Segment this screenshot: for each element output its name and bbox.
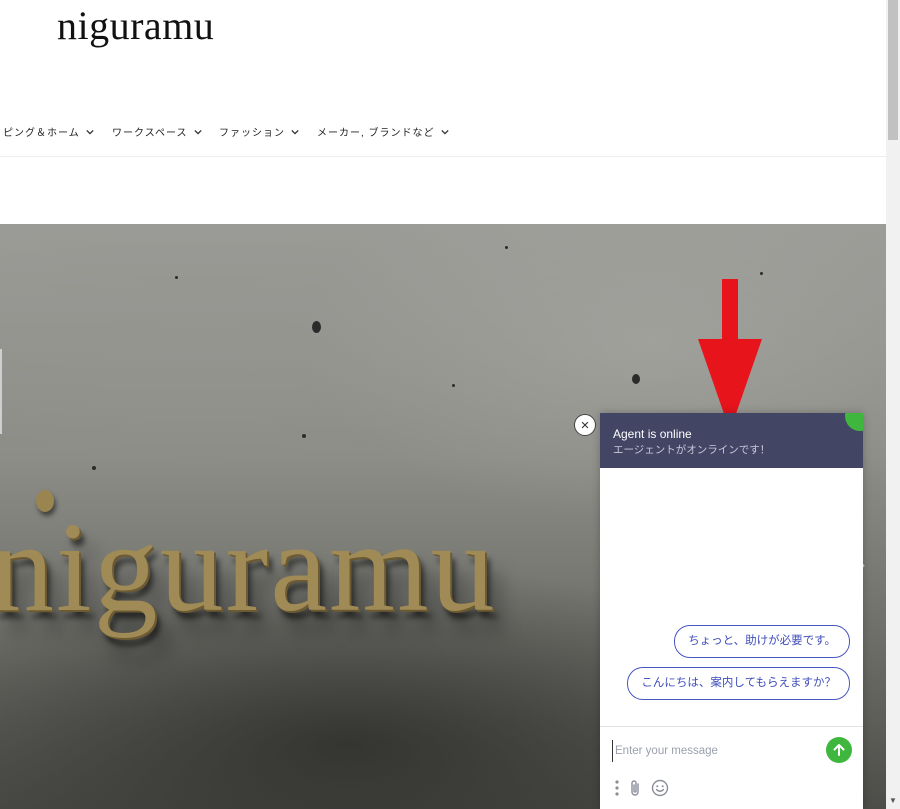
nav-item-label: ファッション: [219, 128, 285, 139]
chat-footer: [600, 726, 863, 809]
online-status-indicator: [845, 413, 863, 431]
nav-item-label: ピング＆ホーム: [3, 128, 80, 139]
concrete-speck: [312, 321, 321, 333]
chat-close-button[interactable]: ×: [574, 414, 596, 436]
chevron-down-icon: [291, 129, 299, 135]
side-tab[interactable]: [0, 349, 2, 434]
arrow-up-icon: [833, 744, 845, 756]
main-nav: ピング＆ホーム ワークスペース ファッション メーカー, ブランドなど: [0, 118, 886, 157]
send-button[interactable]: [826, 737, 852, 763]
chevron-down-icon: [440, 129, 449, 135]
nav-item-shopping-home[interactable]: ピング＆ホーム: [3, 124, 94, 139]
concrete-speck: [632, 374, 640, 384]
nav-item-label: ワークスペース: [112, 128, 188, 139]
site-title[interactable]: niguramu: [57, 2, 214, 49]
chevron-down-icon: [193, 129, 202, 135]
concrete-speck: [505, 246, 508, 249]
quick-reply-guide-me[interactable]: こんにちは、案内してもらえますか？: [627, 667, 850, 700]
chat-header: Agent is online エージェントがオンラインです！: [600, 413, 863, 468]
chat-messages: ちょっと、助けが必要です。 こんにちは、案内してもらえますか？: [600, 468, 863, 726]
chevron-down-icon: [86, 129, 94, 135]
scrollbar-thumb[interactable]: [888, 0, 898, 140]
scroll-down-arrow-icon[interactable]: ▼: [889, 796, 897, 805]
page-scrollbar[interactable]: ▼: [886, 0, 900, 809]
hero-sign-text: niguramu: [0, 496, 497, 638]
paperclip-icon[interactable]: [629, 779, 643, 797]
nav-item-fashion[interactable]: ファッション: [219, 124, 299, 139]
quick-reply-need-help[interactable]: ちょっと、助けが必要です。: [674, 625, 850, 658]
message-input[interactable]: [612, 740, 817, 762]
concrete-speck: [302, 434, 306, 438]
nav-item-makers-brands[interactable]: メーカー, ブランドなど: [317, 124, 449, 139]
chat-widget: Agent is online エージェントがオンラインです！ ちょっと、助けが…: [600, 413, 863, 809]
annotation-arrow-shaft: [722, 279, 738, 341]
concrete-speck: [92, 466, 96, 470]
nav-item-label: メーカー, ブランドなど: [317, 128, 435, 139]
chat-title: Agent is online: [613, 427, 692, 441]
concrete-speck: [452, 384, 455, 387]
emoji-icon[interactable]: [651, 779, 669, 797]
chat-subtitle: エージェントがオンラインです！: [613, 444, 771, 456]
concrete-speck: [760, 272, 763, 275]
close-icon: ×: [580, 416, 590, 434]
nav-item-workspace[interactable]: ワークスペース: [112, 124, 202, 139]
concrete-speck: [175, 276, 178, 279]
more-options-icon[interactable]: [614, 779, 620, 797]
